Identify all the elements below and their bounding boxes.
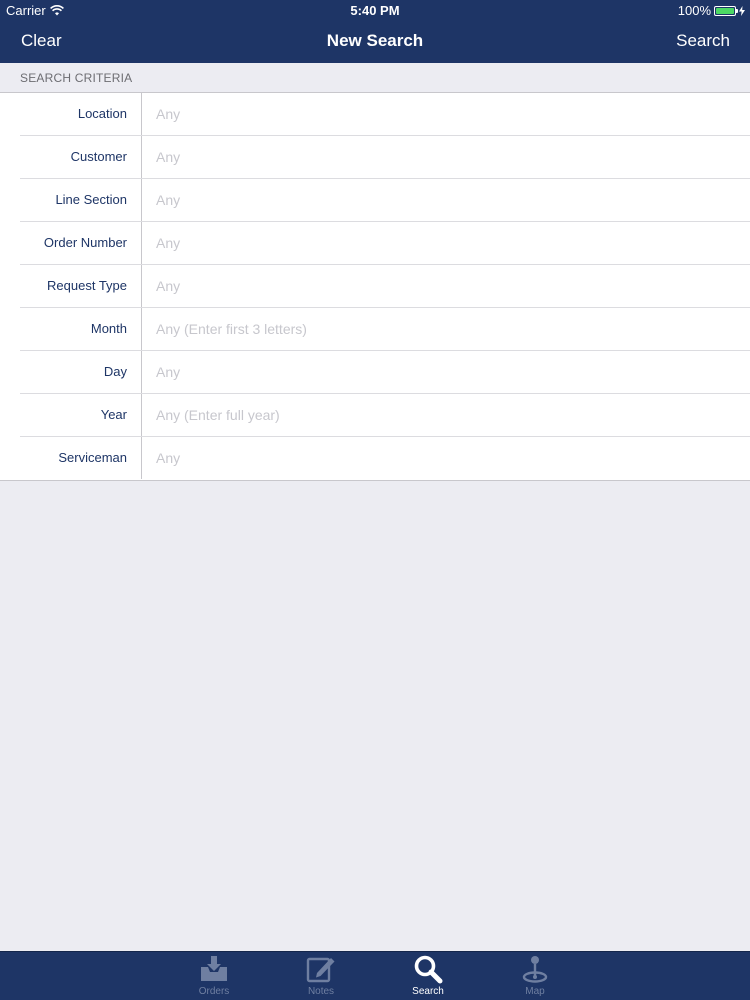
customer-input[interactable]: [141, 136, 750, 178]
line-section-input[interactable]: [141, 179, 750, 221]
map-pin-icon: [522, 956, 548, 983]
field-row-day: Day: [0, 351, 750, 394]
day-input[interactable]: [141, 351, 750, 393]
location-label: Location: [77, 106, 127, 121]
location-input[interactable]: [141, 93, 750, 135]
month-label: Month: [90, 321, 127, 336]
line-section-label: Line Section: [55, 192, 127, 207]
tab-map[interactable]: Map: [500, 954, 570, 997]
request-type-input[interactable]: [141, 265, 750, 307]
field-row-request-type: Request Type: [0, 265, 750, 308]
year-input[interactable]: [141, 394, 750, 436]
battery-indicator: 100%: [678, 3, 745, 18]
field-row-customer: Customer: [0, 136, 750, 179]
clock: 5:40 PM: [350, 3, 400, 18]
battery-percent: 100%: [677, 3, 711, 18]
top-bar: Carrier 5:40 PM 100% Clear New Search Se…: [0, 0, 750, 63]
field-row-location: Location: [0, 93, 750, 136]
serviceman-input[interactable]: [141, 437, 750, 479]
field-row-month: Month: [0, 308, 750, 351]
field-row-serviceman: Serviceman: [0, 437, 750, 480]
customer-label: Customer: [70, 149, 127, 164]
day-label: Day: [103, 364, 127, 379]
field-row-line-section: Line Section: [0, 179, 750, 222]
compose-icon: [306, 957, 335, 983]
tab-orders[interactable]: Orders: [179, 954, 249, 997]
tab-bar: Orders Notes Search Map: [0, 951, 750, 1000]
field-row-year: Year: [0, 394, 750, 437]
search-criteria-form: Location Customer Line Section Order Num…: [0, 93, 750, 481]
navigation-bar: Clear New Search Search: [0, 22, 750, 63]
battery-fill: [716, 7, 734, 14]
page-title: New Search: [326, 31, 424, 50]
inbox-download-icon: [201, 956, 227, 981]
serviceman-label: Serviceman: [58, 450, 127, 465]
request-type-label: Request Type: [47, 278, 127, 293]
tab-orders-label: Orders: [198, 986, 230, 997]
year-label: Year: [100, 407, 127, 422]
tab-notes[interactable]: Notes: [286, 954, 356, 997]
search-button[interactable]: Search: [676, 31, 730, 51]
battery-icon: [714, 5, 738, 16]
tab-map-label: Map: [525, 986, 545, 997]
tab-notes-label: Notes: [307, 986, 335, 997]
magnifier-icon: [414, 955, 443, 984]
tab-search-label: Search: [412, 986, 444, 997]
month-input[interactable]: [141, 308, 750, 350]
order-number-input[interactable]: [141, 222, 750, 264]
field-row-order-number: Order Number: [0, 222, 750, 265]
status-bar: Carrier 5:40 PM 100%: [0, 0, 750, 22]
charging-bolt-icon: [739, 5, 745, 16]
section-header: SEARCH CRITERIA: [0, 63, 750, 93]
order-number-label: Order Number: [43, 235, 127, 250]
tab-search[interactable]: Search: [393, 954, 463, 997]
